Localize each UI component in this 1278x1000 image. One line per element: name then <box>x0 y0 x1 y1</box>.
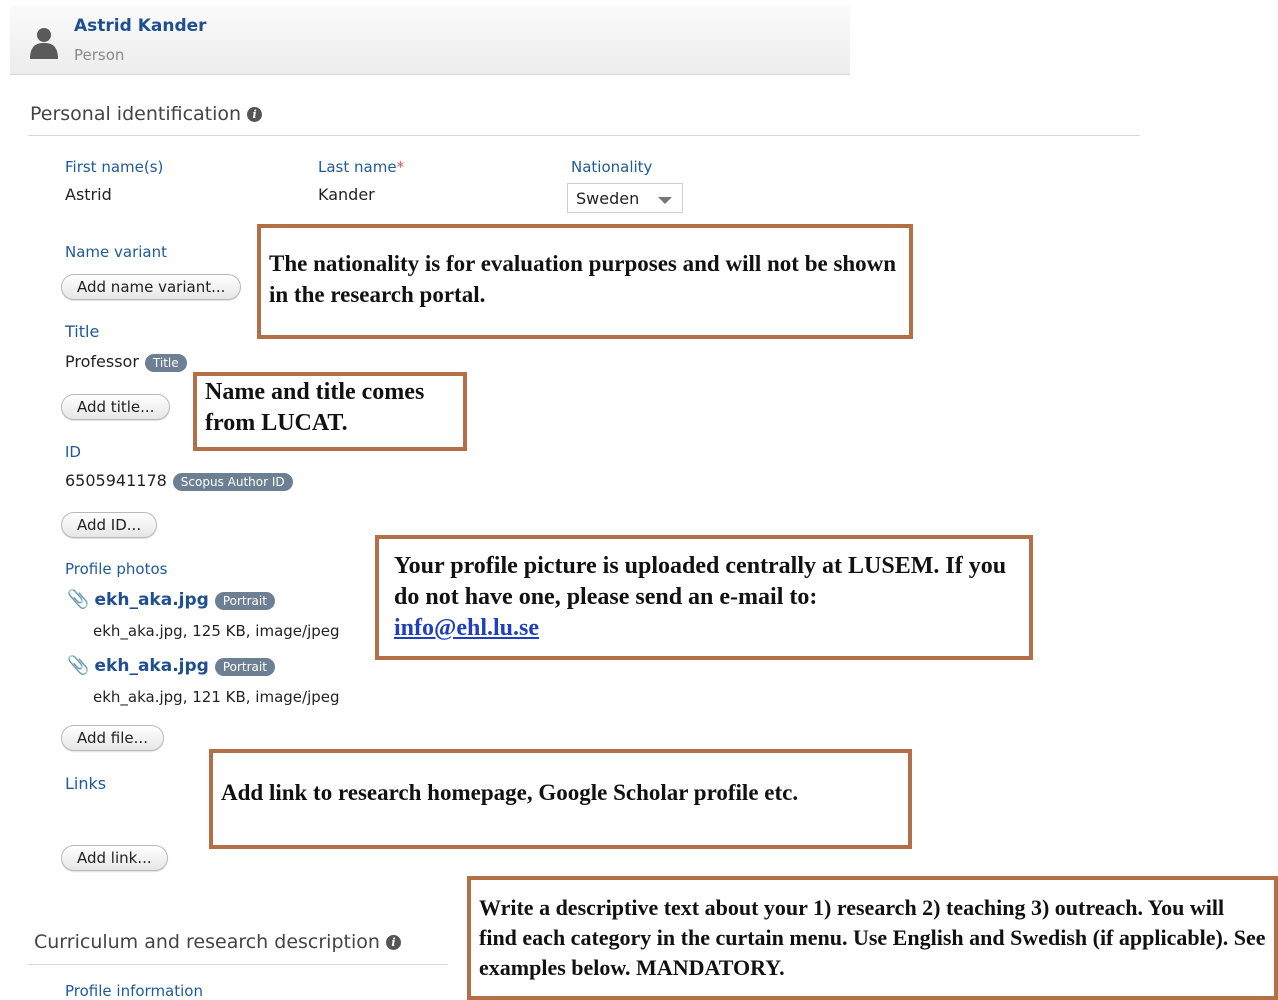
profile-information-label: Profile information <box>65 982 203 1000</box>
add-title-button[interactable]: Add title... <box>61 394 171 420</box>
last-name-value: Kander <box>318 185 375 204</box>
title-badge: Title <box>144 353 187 372</box>
last-name-label-text: Last name <box>318 158 397 176</box>
name-title-note: Name and title comes from LUCAT. <box>193 372 467 451</box>
profile-photos-label: Profile photos <box>65 560 168 578</box>
title-label: Title <box>65 322 100 341</box>
photo-file-link[interactable]: ekh_aka.jpg <box>95 656 209 676</box>
links-label: Links <box>65 774 107 793</box>
chevron-down-icon <box>658 197 672 204</box>
photo-file-link[interactable]: ekh_aka.jpg <box>95 590 209 610</box>
photo-file-meta: ekh_aka.jpg, 125 KB, image/jpeg <box>93 622 340 640</box>
person-type: Person <box>74 46 125 64</box>
portrait-badge: Portrait <box>214 591 275 610</box>
paperclip-icon: 📎 <box>67 589 90 610</box>
nationality-label: Nationality <box>571 158 653 176</box>
nationality-selected-value: Sweden <box>576 189 640 208</box>
person-icon <box>30 28 58 59</box>
nationality-note: The nationality is for evaluation purpos… <box>257 224 913 339</box>
links-note: Add link to research homepage, Google Sc… <box>209 749 912 849</box>
first-name-value: Astrid <box>65 185 112 204</box>
description-note: Write a descriptive text about your 1) r… <box>467 876 1278 1000</box>
photo-file-meta: ekh_aka.jpg, 121 KB, image/jpeg <box>93 688 340 706</box>
section-title-text: Curriculum and research description <box>34 931 380 953</box>
section-divider <box>28 135 1140 136</box>
scopus-id-badge: Scopus Author ID <box>172 472 293 491</box>
paperclip-icon: 📎 <box>67 655 90 676</box>
required-mark: * <box>396 158 405 176</box>
person-name[interactable]: Astrid Kander <box>74 16 207 36</box>
first-name-label: First name(s) <box>65 158 164 176</box>
last-name-label: Last name* <box>318 158 404 176</box>
name-variant-label: Name variant <box>65 243 168 261</box>
profile-picture-note-text: Your profile picture is uploaded central… <box>394 553 1007 610</box>
title-row: Professor Title <box>65 352 187 372</box>
portrait-badge: Portrait <box>214 657 275 676</box>
add-link-button[interactable]: Add link... <box>61 845 168 871</box>
email-link[interactable]: info@ehl.lu.se <box>394 615 539 641</box>
add-name-variant-button[interactable]: Add name variant... <box>61 274 242 300</box>
info-icon[interactable]: i <box>385 935 401 950</box>
id-value: 6505941178 <box>65 471 167 490</box>
info-icon[interactable]: i <box>247 107 263 122</box>
photo-item: 📎 ekh_aka.jpg Portrait <box>67 589 275 610</box>
section-title-curriculum: Curriculum and research description i <box>34 931 401 953</box>
id-row: 6505941178 Scopus Author ID <box>65 471 293 491</box>
section-title-text: Personal identification <box>30 103 242 125</box>
section-divider <box>28 964 448 965</box>
section-title-personal-identification: Personal identification i <box>30 103 263 125</box>
title-value: Professor <box>65 352 139 371</box>
id-label: ID <box>65 443 81 461</box>
add-id-button[interactable]: Add ID... <box>61 512 158 538</box>
photo-item: 📎 ekh_aka.jpg Portrait <box>67 655 275 676</box>
profile-picture-note: Your profile picture is uploaded central… <box>375 535 1033 660</box>
nationality-select[interactable]: Sweden <box>567 183 683 213</box>
add-file-button[interactable]: Add file... <box>61 725 164 751</box>
